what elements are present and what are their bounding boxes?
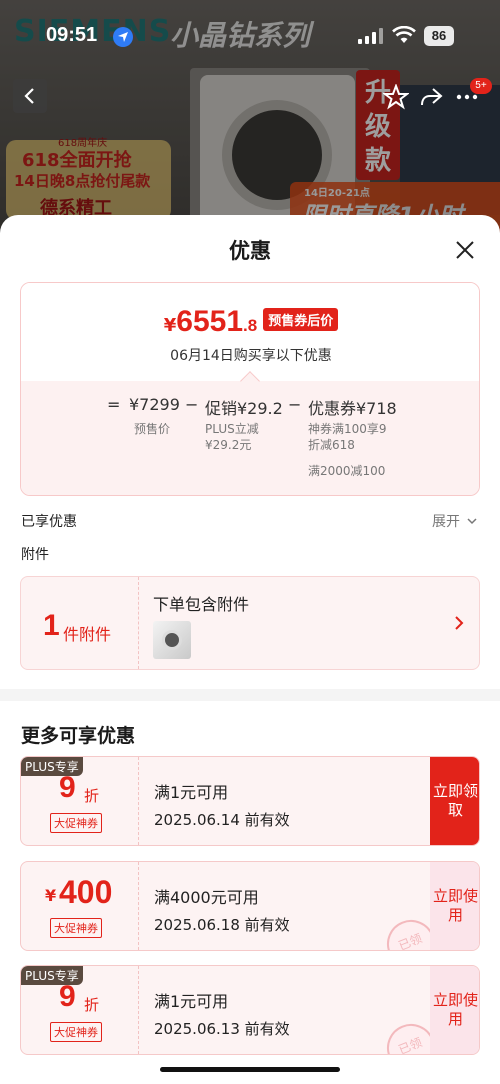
coupon-validity: 2025.06.13 前有效 — [154, 1020, 290, 1038]
coupon-price: 优惠券¥718 — [308, 399, 397, 418]
coupon-card: PLUS专享 9 折 大促神券 满1元可用 2025.06.14 前有效 立即领… — [20, 756, 480, 846]
coupon-label-1: 神券满100享9 — [308, 422, 387, 436]
coupon-validity: 2025.06.18 前有效 — [154, 916, 290, 934]
chevron-left-icon — [24, 88, 34, 104]
back-button[interactable] — [13, 79, 47, 113]
coupon-discount: 9 — [59, 771, 76, 804]
accessory-label: 附件 — [21, 547, 49, 563]
price-tag: 预售券后价 — [263, 308, 339, 331]
summary-top: ¥6551.8 预售券后价 06月14日购买享以下优惠 — [21, 283, 479, 381]
price-decimal: .8 — [243, 316, 258, 335]
coupon-discount: 9 — [59, 980, 76, 1013]
price-breakdown: = ¥7299 预售价 − 促销¥29.2 PLUS立减 ¥29.2元 − 优惠… — [21, 381, 479, 495]
status-bar: 09:51 86 — [0, 0, 500, 60]
discount-sheet: 优惠 ¥6551.8 预售券后价 06月14日购买享以下优惠 = ¥7299 预售… — [0, 215, 500, 1084]
purchase-date-note: 06月14日购买享以下优惠 — [170, 348, 332, 364]
coupon-discount-unit: 折 — [84, 787, 100, 805]
promo-label-1: PLUS立减 — [205, 422, 259, 436]
expand-label: 展开 — [432, 514, 460, 530]
equals-sign: = — [107, 395, 121, 414]
accessory-count: 1 — [43, 609, 60, 642]
notification-badge: 5+ — [470, 78, 492, 94]
coupon-type: 大促神券 — [50, 918, 102, 938]
promo-label-2: ¥29.2元 — [205, 438, 252, 452]
coupon-currency: ¥ — [45, 886, 57, 905]
accessory-title: 下单包含附件 — [153, 595, 250, 614]
status-time: 09:51 — [46, 24, 98, 46]
price-currency: ¥ — [163, 315, 177, 336]
coupon-type: 大促神券 — [50, 813, 102, 833]
section-divider — [0, 689, 500, 701]
coupon-value-panel: PLUS专享 9 折 大促神券 — [21, 966, 139, 1054]
coupon-condition: 满1元可用 — [154, 992, 229, 1011]
coupon-condition: 满4000元可用 — [154, 888, 259, 907]
coupon-discount-unit: 折 — [84, 996, 100, 1014]
accessory-count-label: 件附件 — [63, 625, 112, 644]
base-price-label: 预售价 — [134, 422, 171, 436]
close-icon[interactable] — [452, 237, 478, 263]
minus-sign-2: − — [288, 395, 302, 414]
promo-price: 促销¥29.2 — [205, 399, 283, 418]
price-summary-card: ¥6551.8 预售券后价 06月14日购买享以下优惠 = ¥7299 预售价 −… — [20, 282, 480, 496]
price-integer: 6551 — [176, 305, 244, 338]
base-price: ¥7299 — [129, 395, 180, 414]
accessory-thumbnail — [153, 621, 191, 659]
accessory-card[interactable]: 1 件附件 下单包含附件 — [20, 576, 480, 670]
claim-coupon-button[interactable]: 立即领取 — [430, 757, 479, 845]
coupon-validity: 2025.06.14 前有效 — [154, 811, 290, 829]
home-indicator — [160, 1067, 340, 1072]
coupon-value-panel: PLUS专享 9 折 大促神券 — [21, 757, 139, 845]
battery-indicator: 86 — [424, 26, 454, 46]
coupon-label-2: 折减618 — [308, 438, 355, 452]
cellular-signal-icon — [358, 28, 383, 44]
accessory-count-panel: 1 件附件 — [21, 577, 139, 669]
final-price: ¥6551.8 预售券后价 — [21, 305, 479, 339]
star-icon[interactable] — [383, 84, 409, 110]
wifi-icon — [392, 26, 416, 43]
expand-button[interactable]: 展开 — [432, 511, 478, 531]
more-discounts-title: 更多可享优惠 — [21, 725, 136, 747]
chevron-down-icon — [467, 518, 477, 525]
coupon-card: PLUS专享 9 折 大促神券 满1元可用 2025.06.13 前有效 已领 … — [20, 965, 480, 1055]
use-coupon-button[interactable]: 立即使用 — [430, 862, 479, 950]
minus-sign: − — [185, 395, 199, 414]
coupon-type: 大促神券 — [50, 1022, 102, 1042]
coupon-card: ¥ 400 大促神券 满4000元可用 2025.06.18 前有效 已领 立即… — [20, 861, 480, 951]
chevron-right-icon — [455, 616, 464, 630]
sheet-title: 优惠 — [229, 239, 271, 263]
share-icon[interactable] — [418, 84, 444, 110]
enjoyed-label: 已享优惠 — [21, 514, 77, 530]
coupon-condition: 满1元可用 — [154, 783, 229, 802]
location-arrow-icon — [113, 27, 133, 47]
coupon-label-3: 满2000减100 — [308, 464, 386, 478]
coupon-value-panel: ¥ 400 大促神券 — [21, 862, 139, 950]
use-coupon-button[interactable]: 立即使用 — [430, 966, 479, 1054]
coupon-amount: 400 — [59, 874, 113, 910]
